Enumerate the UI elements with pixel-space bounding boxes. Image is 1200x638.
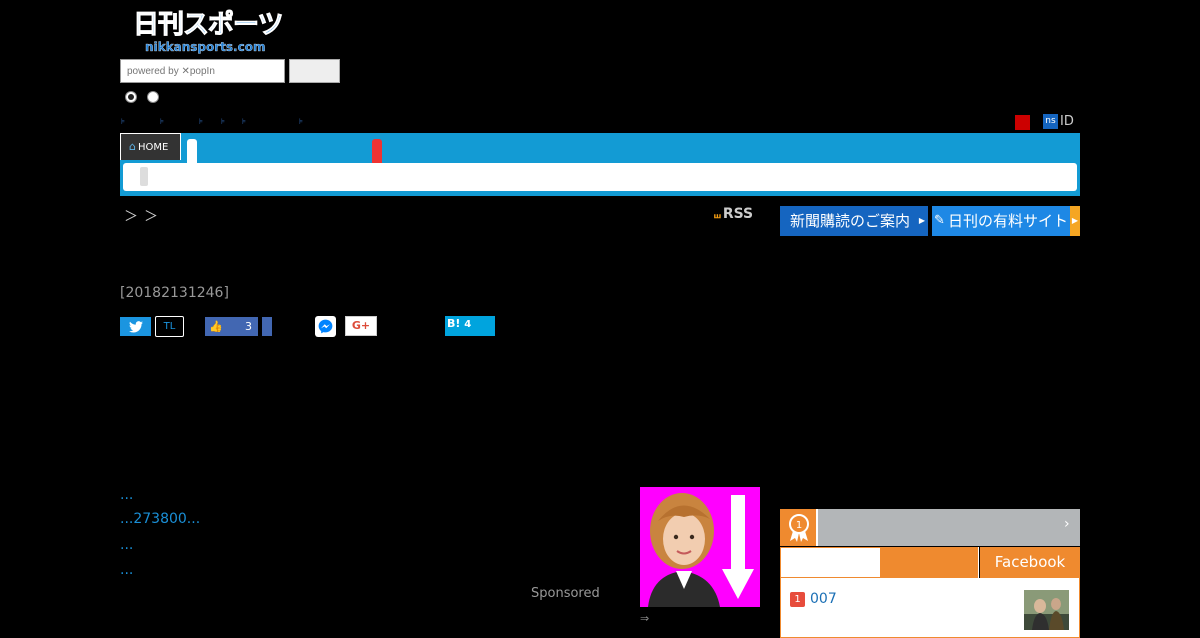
timeline-button[interactable]: TL [155,316,184,337]
sub-nav-bar [123,163,1077,191]
svg-text:1: 1 [796,520,802,531]
rss-link[interactable]: ⧢ RSS [714,206,753,222]
ranking-badge: 1 [780,509,818,546]
red-square-icon[interactable] [1015,115,1030,130]
sub-nav-item[interactable] [140,167,148,186]
ranking-tab-1[interactable] [780,547,881,578]
logo-english: nikkansports.com [145,40,266,54]
messenger-icon [318,319,333,333]
pencil-icon: ✎ [934,213,945,228]
article-timestamp: [20182131246] [120,285,229,301]
ranking-item-thumbnail[interactable] [1024,590,1069,630]
top-nav-link[interactable]: ⊧ [121,117,125,126]
nav-tab-highlight[interactable] [372,139,382,163]
ranking-number-badge: 1 [790,592,805,607]
newspaper-subscription-button[interactable]: 新聞購読のご案内 ▶ [780,206,928,236]
breadcrumb[interactable]: ＞＞ [124,206,164,226]
ranking-item-title[interactable]: 007 [810,591,837,607]
twitter-share-button[interactable] [120,317,151,336]
newspaper-subscription-label: 新聞購読のご案内 [790,212,911,230]
paid-site-button[interactable]: ✎ 日刊の有料サイト ▶ [932,206,1080,236]
top-nav-link[interactable]: ⊧ [160,117,164,126]
related-link[interactable]: ... [120,562,133,578]
rss-icon: ⧢ [714,207,721,222]
facebook-share-button[interactable] [262,317,272,336]
nav-tab[interactable] [187,139,197,163]
related-link[interactable]: ...273800... [120,511,200,527]
thumbs-up-icon: 👍 [209,320,223,333]
top-nav-link[interactable]: ⊧ [221,117,225,126]
search-input[interactable] [120,59,285,83]
sponsored-ad-image[interactable] [640,487,760,607]
sponsored-label: Sponsored [531,586,600,601]
woman-portrait-image [648,493,720,607]
arrow-down-icon [722,495,754,599]
google-plus-button[interactable]: G+ [345,316,377,336]
top-nav-link[interactable]: ⊧ [242,117,246,126]
home-icon: ⌂ [129,140,136,153]
ranking-tab-2[interactable] [881,547,979,578]
medal-icon: 1 [789,514,809,542]
search-button[interactable] [289,59,340,83]
ns-badge-icon[interactable]: ns [1043,114,1058,129]
site-logo[interactable]: 日刊スポーツ nikkansports.com [132,10,288,56]
related-link[interactable]: ... [120,487,133,503]
thumbnail-image [1024,590,1069,630]
hatena-icon: B! [447,317,461,330]
logo-japanese: 日刊スポーツ [132,10,283,41]
paid-site-label: 日刊の有料サイト [948,212,1069,230]
arrow-right-icon: ▶ [918,216,925,225]
rss-label: RSS [722,206,754,222]
twitter-bird-icon [128,320,143,333]
arrow-right-icon: ▶ [1070,206,1080,236]
search-scope-radio-site[interactable] [125,91,137,103]
id-login-link[interactable]: ID [1060,114,1074,129]
facebook-like-button[interactable]: 👍 3 [205,317,258,336]
ranking-tab-facebook[interactable]: Facebook [980,547,1080,578]
nav-tab-home-label: HOME [137,142,169,153]
nav-tab-home[interactable]: ⌂ HOME [120,133,181,160]
messenger-share-button[interactable] [315,316,336,337]
ranking-header[interactable] [780,509,1080,546]
search-scope-radio-web[interactable] [147,91,159,103]
related-link[interactable]: ... [120,537,133,553]
chevron-right-icon[interactable]: › [1064,516,1070,532]
top-nav-link[interactable]: ⊧ [199,117,203,126]
hatena-bookmark-button[interactable]: B! 4 [445,316,495,336]
top-nav-link[interactable]: ⊧ [299,117,303,126]
hatena-count: 4 [464,319,472,330]
facebook-like-count: 3 [245,320,252,333]
ad-link-arrow[interactable]: ⇒ [640,612,649,625]
